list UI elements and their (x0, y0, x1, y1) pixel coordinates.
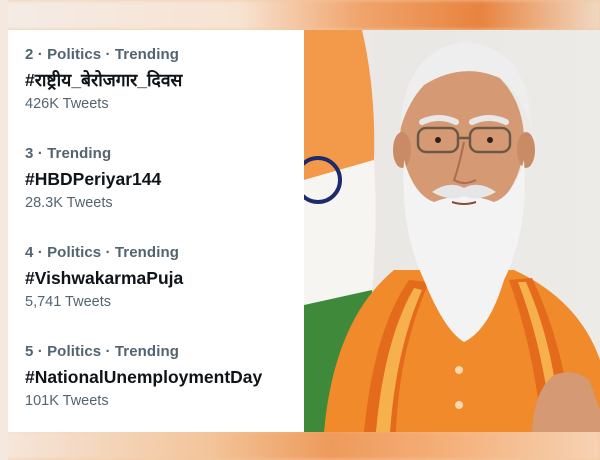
trend-tweet-count: 28.3K Tweets (25, 195, 113, 211)
blurred-background-top (0, 0, 600, 30)
blurred-background-left (0, 0, 8, 460)
trend-hashtag[interactable]: #VishwakarmaPuja (25, 266, 304, 290)
trend-hashtag[interactable]: #राष्ट्रीय_बेरोजगार_दिवस (25, 68, 304, 92)
trends-list: 2 · Politics · Trending #राष्ट्रीय_बेरोज… (8, 30, 304, 432)
trend-item[interactable]: 2 · Politics · Trending #राष्ट्रीय_बेरोज… (8, 40, 304, 139)
trend-item[interactable]: 5 · Politics · Trending #NationalUnemplo… (8, 337, 304, 436)
trend-meta: 5 · Politics · Trending (25, 343, 179, 360)
portrait-illustration (304, 30, 600, 432)
trend-tweet-count: 426K Tweets (25, 96, 109, 112)
trend-meta: 2 · Politics · Trending (25, 46, 179, 63)
trend-meta: 3 · Trending (25, 145, 112, 162)
trend-item[interactable]: 4 · Politics · Trending #VishwakarmaPuja… (8, 238, 304, 337)
trend-hashtag[interactable]: #HBDPeriyar144 (25, 167, 304, 191)
trend-tweet-count: 5,741 Tweets (25, 294, 111, 310)
trend-hashtag[interactable]: #NationalUnemploymentDay (25, 365, 304, 389)
trend-item[interactable]: 3 · Trending #HBDPeriyar144 28.3K Tweets (8, 139, 304, 238)
trend-meta: 4 · Politics · Trending (25, 244, 179, 261)
trend-tweet-count: 101K Tweets (25, 393, 109, 409)
portrait-photo (304, 30, 600, 432)
